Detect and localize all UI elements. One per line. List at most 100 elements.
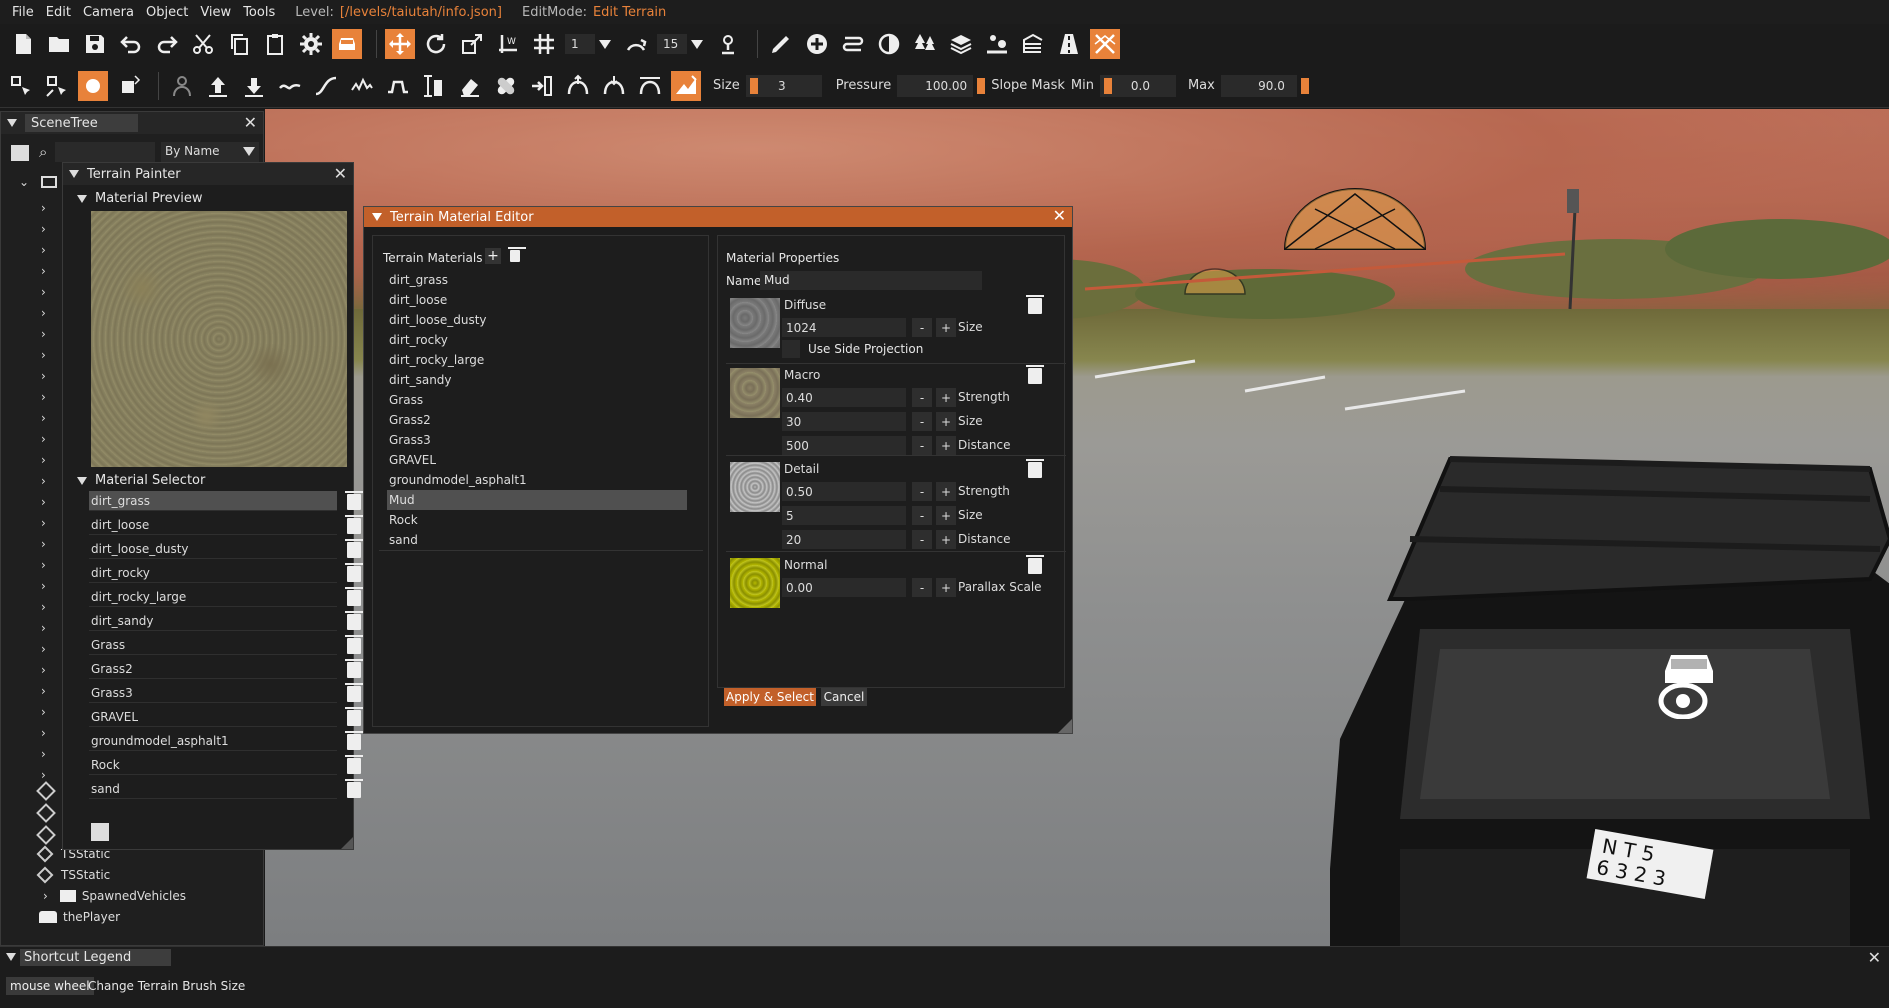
grid-snap-icon[interactable] bbox=[529, 29, 559, 59]
soft-select-icon[interactable] bbox=[167, 71, 197, 101]
terrain-material-item[interactable]: Grass3 bbox=[387, 430, 687, 450]
macro-strength-increment[interactable]: + bbox=[936, 388, 956, 407]
slider-knob[interactable] bbox=[1300, 77, 1309, 94]
raise-height-icon[interactable] bbox=[203, 71, 233, 101]
scale-gizmo-icon[interactable] bbox=[457, 29, 487, 59]
trash-icon[interactable] bbox=[345, 515, 363, 534]
trash-icon[interactable] bbox=[345, 707, 363, 726]
terrain-material-item[interactable]: GRAVEL bbox=[387, 450, 687, 470]
circle-brush-icon[interactable] bbox=[78, 70, 108, 101]
smooth-icon[interactable] bbox=[275, 71, 305, 101]
slider-knob[interactable] bbox=[749, 77, 758, 94]
world-space-icon[interactable]: W bbox=[493, 29, 523, 59]
close-icon[interactable]: ✕ bbox=[1868, 948, 1881, 967]
rotate-snap-value[interactable]: 15 bbox=[657, 34, 687, 54]
close-icon[interactable]: ✕ bbox=[244, 113, 257, 132]
menu-camera[interactable]: Camera bbox=[77, 5, 140, 20]
slider-knob[interactable] bbox=[977, 77, 986, 94]
set-height-icon[interactable] bbox=[419, 71, 449, 101]
trash-icon[interactable] bbox=[1026, 365, 1044, 384]
detail-texture-thumb[interactable] bbox=[730, 462, 780, 512]
material-selector-item[interactable]: dirt_loose bbox=[89, 515, 363, 535]
lower-empty-icon[interactable] bbox=[599, 71, 629, 101]
apply-select-button[interactable]: Apply & Select bbox=[724, 688, 816, 706]
trash-icon[interactable] bbox=[345, 755, 363, 774]
macro-distance-field[interactable]: 500 bbox=[782, 436, 906, 455]
terrain-material-item[interactable]: dirt_rocky_large bbox=[387, 350, 687, 370]
tree-item-the-player[interactable]: thePlayer bbox=[39, 910, 120, 924]
flatten-icon[interactable] bbox=[383, 71, 413, 101]
snap-to-terrain-icon[interactable] bbox=[713, 29, 743, 59]
trash-icon[interactable] bbox=[345, 563, 363, 582]
cut-icon[interactable] bbox=[188, 29, 218, 59]
macro-strength-decrement[interactable]: - bbox=[912, 388, 932, 407]
new-file-icon[interactable] bbox=[8, 29, 38, 59]
material-name-input[interactable]: Mud bbox=[760, 271, 982, 290]
macro-distance-increment[interactable]: + bbox=[936, 436, 956, 455]
detail-distance-field[interactable]: 20 bbox=[782, 530, 906, 549]
deselect-brush-icon[interactable] bbox=[42, 71, 72, 101]
rotate-snap-icon[interactable] bbox=[621, 29, 651, 59]
trash-icon[interactable] bbox=[345, 731, 363, 750]
macro-texture-thumb[interactable] bbox=[730, 368, 780, 418]
trash-icon[interactable] bbox=[1026, 555, 1044, 574]
macro-size-field[interactable]: 30 bbox=[782, 412, 906, 431]
macro-strength-field[interactable]: 0.40 bbox=[782, 388, 906, 407]
macro-distance-decrement[interactable]: - bbox=[912, 436, 932, 455]
trash-icon[interactable] bbox=[345, 539, 363, 558]
detail-distance-increment[interactable]: + bbox=[936, 530, 956, 549]
select-brush-icon[interactable] bbox=[6, 71, 36, 101]
terrain-layers-icon[interactable] bbox=[946, 29, 976, 59]
add-material-button[interactable]: + bbox=[485, 248, 501, 264]
trash-icon[interactable] bbox=[1026, 295, 1044, 314]
material-selector-item[interactable]: Grass3 bbox=[89, 683, 363, 703]
side-projection-checkbox[interactable] bbox=[782, 340, 800, 358]
collapse-triangle-icon[interactable] bbox=[7, 119, 17, 127]
trash-icon[interactable] bbox=[345, 491, 363, 510]
macro-size-decrement[interactable]: - bbox=[912, 412, 932, 431]
filter-mode-select[interactable]: By Name bbox=[161, 142, 259, 162]
cancel-button[interactable]: Cancel bbox=[821, 688, 867, 706]
trash-icon[interactable] bbox=[345, 779, 363, 798]
trash-icon[interactable] bbox=[345, 683, 363, 702]
detail-size-field[interactable]: 5 bbox=[782, 506, 906, 525]
pencil-icon[interactable] bbox=[766, 29, 796, 59]
copy-icon[interactable] bbox=[224, 29, 254, 59]
search-input[interactable] bbox=[55, 142, 155, 162]
translate-gizmo-icon[interactable] bbox=[385, 29, 415, 59]
tree-item-tsstatic[interactable]: TSStatic bbox=[36, 866, 110, 884]
save-icon[interactable] bbox=[80, 29, 110, 59]
forest-icon[interactable] bbox=[910, 29, 940, 59]
rotate-gizmo-icon[interactable] bbox=[421, 29, 451, 59]
trash-icon[interactable] bbox=[345, 659, 363, 678]
detail-strength-increment[interactable]: + bbox=[936, 482, 956, 501]
redo-icon[interactable] bbox=[152, 29, 182, 59]
raise-empty-icon[interactable] bbox=[563, 71, 593, 101]
chevron-right-icon[interactable]: › bbox=[43, 889, 48, 903]
spawn-point-icon[interactable] bbox=[982, 29, 1012, 59]
material-selector-item[interactable]: Rock bbox=[89, 755, 363, 775]
detail-size-decrement[interactable]: - bbox=[912, 506, 932, 525]
noise-icon[interactable] bbox=[347, 71, 377, 101]
add-circle-icon[interactable] bbox=[802, 29, 832, 59]
lower-height-icon[interactable] bbox=[239, 71, 269, 101]
chevron-down-icon[interactable] bbox=[691, 39, 703, 49]
trash-icon[interactable] bbox=[345, 587, 363, 606]
resize-grip[interactable] bbox=[341, 837, 353, 849]
slope-min-slider[interactable]: 0.0 bbox=[1099, 74, 1176, 97]
vehicle-camera-marker-icon[interactable] bbox=[1657, 643, 1721, 719]
trash-icon[interactable] bbox=[345, 635, 363, 654]
terrain-material-item[interactable]: dirt_loose_dusty bbox=[387, 310, 687, 330]
material-selector-item[interactable]: Grass2 bbox=[89, 659, 363, 679]
road-edit-icon[interactable] bbox=[838, 29, 868, 59]
menu-edit[interactable]: Edit bbox=[40, 5, 77, 20]
decal-icon[interactable] bbox=[874, 29, 904, 59]
resize-grip[interactable] bbox=[1058, 719, 1072, 733]
material-selector-item[interactable]: groundmodel_asphalt1 bbox=[89, 731, 363, 751]
detail-strength-decrement[interactable]: - bbox=[912, 482, 932, 501]
material-selector-item[interactable]: dirt_loose_dusty bbox=[89, 539, 363, 559]
trash-icon[interactable] bbox=[345, 611, 363, 630]
menu-file[interactable]: File bbox=[6, 5, 40, 20]
detail-distance-decrement[interactable]: - bbox=[912, 530, 932, 549]
add-group-icon[interactable] bbox=[11, 145, 29, 161]
